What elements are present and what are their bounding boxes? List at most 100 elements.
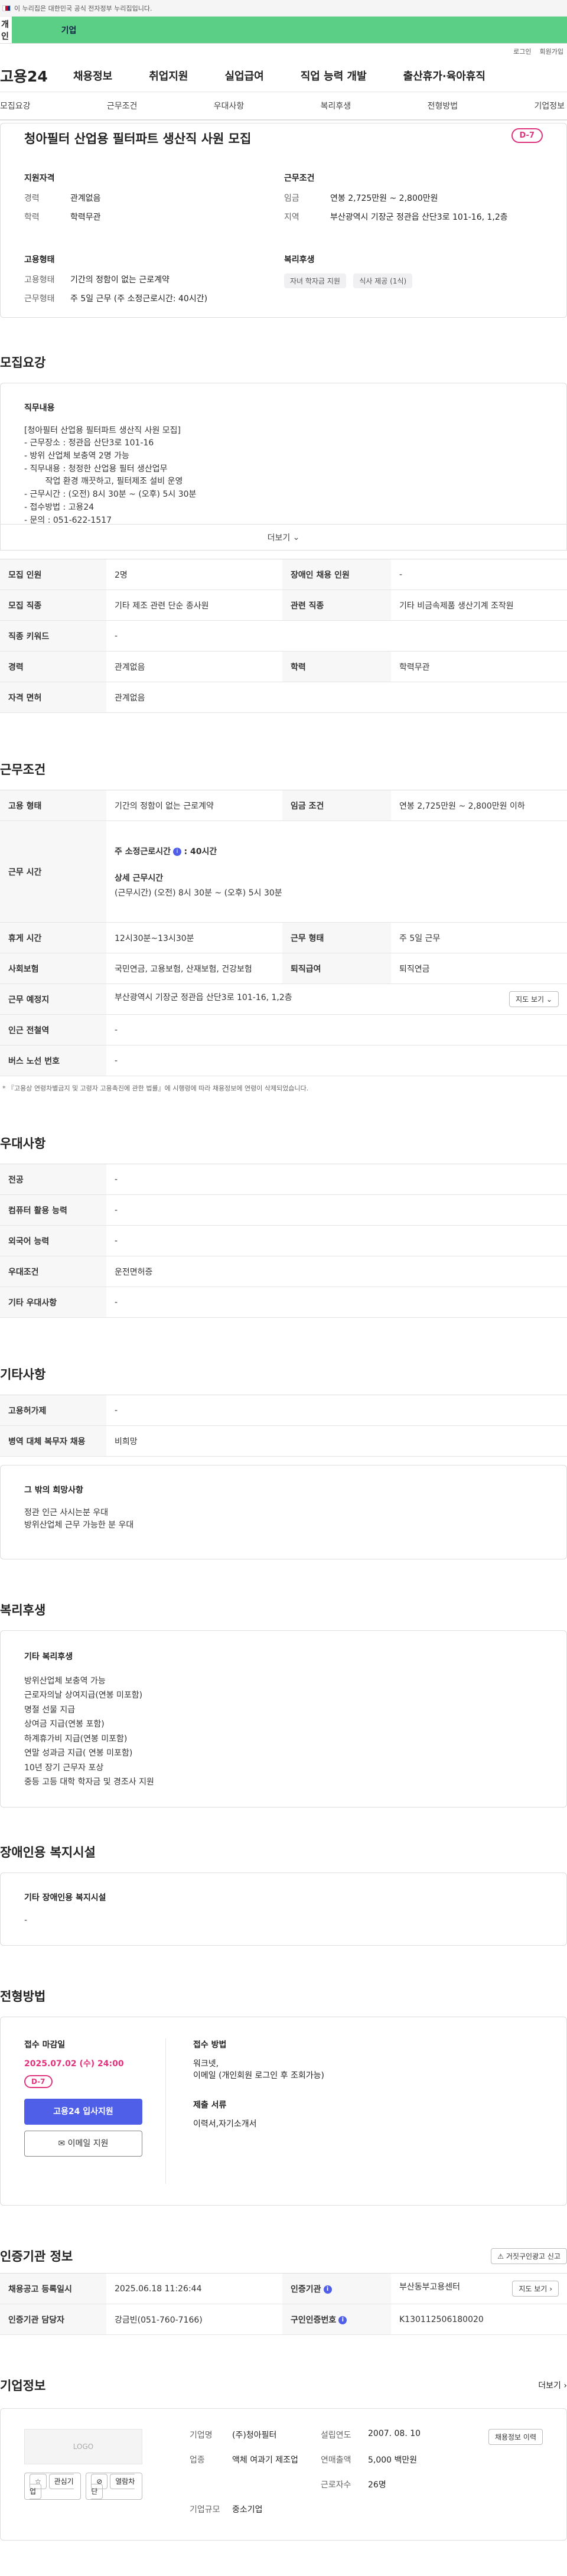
anchor-pref[interactable]: 우대사항 (214, 100, 245, 112)
table-label: 기타 우대사항 (0, 1287, 106, 1318)
job-title: 청아필터 산업용 필터파트 생산직 사원 모집 (24, 132, 252, 146)
anchor-apply[interactable]: 전형방법 (428, 100, 458, 112)
table-row: 병역 대체 복무자 채용 비희망 (0, 1425, 567, 1457)
table-row: 인증기관 담당자 강금빈(051-760-7166) 구인인증번호 i K1301125… (0, 2304, 567, 2335)
table-label: 직종 키워드 (0, 620, 106, 652)
page: 이 누리집은 대한민국 공식 전자정부 누리집입니다. 개인 기업 로그인 회원… (0, 0, 567, 2576)
table-value: - (106, 1194, 567, 1226)
info-icon[interactable]: i (173, 847, 182, 856)
summary-label: 고용형태 (24, 275, 55, 285)
agency-map-button[interactable]: 지도 보기 › (512, 2281, 559, 2297)
company-info: 기업명 (주)청아필터 설립연도 2007. 08. 10 업종 액체 여과기 제조업 연… (190, 2429, 439, 2520)
table-label: 전공 (0, 1164, 106, 1195)
report-button[interactable]: ⚠ 거짓구인광고 신고 (491, 2248, 567, 2264)
info-icon[interactable]: i (323, 2285, 332, 2294)
company-more-link[interactable]: 더보기 › (538, 2379, 567, 2391)
table-label: 모집 인원 (0, 559, 106, 590)
info-value: (주)청아필터 (232, 2431, 277, 2440)
anchor-work[interactable]: 근무조건 (107, 100, 138, 112)
gov-strip-text: 이 누리집은 대한민국 공식 전자정부 누리집입니다. (14, 4, 152, 12)
table-row: 고용허가제 - (0, 1395, 567, 1426)
tab-company[interactable]: 기업 (11, 17, 567, 43)
location-cell: 부산광역시 기장군 정관읍 산단3로 101-16, 1,2층 지도 보기 ⌄ (106, 983, 567, 1015)
table-value: 퇴직연금 (391, 953, 567, 984)
desc-line: - 접수방법 : 고용24 (24, 502, 94, 512)
table-row: 채용공고 등록일시 2025.06.18 11:26:44 인증기관 i 부산동부고용센… (0, 2273, 567, 2304)
summary-label: 경력 (24, 194, 40, 203)
table-row: 버스 노선 번호 - (0, 1045, 567, 1076)
tab-personal[interactable]: 개인 (0, 17, 12, 43)
summary-label: 임금 (284, 194, 299, 203)
gnb-item-unemployment[interactable]: 실업급여 (225, 68, 264, 83)
table-value: - (106, 1395, 567, 1426)
table-row: 우대조건 운전면허증 (0, 1256, 567, 1287)
info-icon[interactable]: i (338, 2316, 347, 2324)
block-button[interactable]: ⊘ 열람차단 (86, 2473, 142, 2500)
deadline-value: 2025.07.02 (수) 24:00 (24, 2059, 124, 2069)
more-button[interactable]: 더보기 ⌄ (0, 525, 567, 551)
welfare-line: 10년 장기 근무자 포상 (24, 1763, 104, 1773)
table-value: K130112506180020 (391, 2304, 567, 2335)
table-value: 학력무관 (391, 651, 567, 682)
welfare-line: 상여금 지급(연봉 포함) (24, 1719, 105, 1729)
table-value: 국민연금, 고용보험, 산재보험, 건강보험 (106, 953, 282, 984)
table-value: 2025.06.18 11:26:44 (106, 2273, 282, 2304)
etc-wish-box: 그 밖의 희망사항 정관 인근 사시는분 우대 방위산업체 근무 가능한 분 우… (0, 1465, 567, 1559)
alert-icon: ⚠ (497, 2252, 504, 2261)
email-apply-button[interactable]: ✉ 이메일 지원 (24, 2131, 142, 2157)
site-logo[interactable]: 고용24 (0, 65, 73, 86)
job-description-box: 직무내용 [청아필터 산업용 필터파트 생산직 사원 모집] - 근무장소 : … (0, 383, 567, 525)
pref-table: 전공 - 컴퓨터 활용 능력 - 외국어 능력 - 우대조건 운전면허증 기타 우대사항… (0, 1164, 567, 1318)
table-label: 자격 면허 (0, 682, 106, 713)
summary-value: 부산광역시 기장군 정관읍 산단3로 101-16, 1,2층 (330, 213, 508, 222)
anchor-company[interactable]: 기업정보 (534, 100, 565, 112)
company-jobs-button[interactable]: 채용정보 이력 (488, 2429, 543, 2445)
work-hours-cell: 주 소정근로시간 i : 40시간 상세 근무시간 (근무시간) (오전) 8시 … (106, 820, 567, 923)
table-row: 인근 전철역 - (0, 1014, 567, 1046)
cert-label-cell: 구인인증번호 i (282, 2304, 391, 2335)
table-value: 운전면허증 (106, 1256, 567, 1287)
signup-link[interactable]: 회원가입 (540, 47, 563, 56)
login-link[interactable]: 로그인 (513, 47, 531, 56)
section-heading-pref: 우대사항 (0, 1136, 46, 1151)
docs-value: 이력서,자기소개서 (193, 2119, 257, 2129)
map-button[interactable]: 지도 보기 ⌄ (509, 991, 559, 1007)
table-label: 컴퓨터 활용 능력 (0, 1194, 106, 1226)
etc-table: 고용허가제 - 병역 대체 복무자 채용 비희망 (0, 1395, 567, 1457)
anchor-recruit[interactable]: 모집요강 (0, 100, 31, 112)
apply-button[interactable]: 고용24 입사지원 (24, 2099, 142, 2125)
section-heading-company: 기업정보 (0, 2379, 46, 2393)
interest-button[interactable]: ☆ 관심기업 (24, 2473, 82, 2500)
table-label: 관련 직종 (282, 590, 391, 621)
desc-line: - 근무장소 : 정관읍 산단3로 101-16 (24, 438, 154, 448)
hours-weekly-label: 주 소정근로시간 (115, 846, 171, 857)
gnb-item-leave[interactable]: 출산휴가·육아휴직 (403, 68, 485, 83)
job-description-title: 직무내용 (24, 403, 55, 413)
table-label: 장애인 채용 인원 (282, 559, 391, 590)
welfare-box-title: 기타 복리후생 (24, 1652, 73, 1662)
anchor-welfare[interactable]: 복리후생 (321, 100, 351, 112)
table-value: - (106, 1045, 567, 1076)
apply-box: 접수 마감일 2025.07.02 (수) 24:00 D-7 고용24 입사지… (0, 2017, 567, 2206)
agency-label-cell: 인증기관 i (282, 2273, 391, 2304)
summary-value: 주 5일 근무 (주 소정근로시간: 40시간) (70, 294, 208, 304)
age-note: * 『고용상 연령차별금지 및 고령자 고용촉진에 관한 법률』에 시행령에 따… (2, 1085, 309, 1092)
info-value: 2007. 08. 10 (368, 2429, 421, 2438)
agency-table: 채용공고 등록일시 2025.06.18 11:26:44 인증기관 i 부산동부고용센… (0, 2273, 567, 2335)
map-button-label: 지도 보기 (516, 995, 545, 1004)
company-box: LOGO ☆ 관심기업 ⊘ 열람차단 기업명 (주)청아필터 설립연도 2007. 0… (0, 2408, 567, 2541)
summary-value: 관계없음 (70, 194, 101, 203)
agency-value-cell: 부산동부고용센터 지도 보기 › (391, 2273, 567, 2304)
table-value: 12시30분~13시30분 (106, 922, 282, 953)
table-label: 모집 직종 (0, 590, 106, 621)
gnb-item-training[interactable]: 직업 능력 개발 (301, 68, 367, 83)
table-label: 인증기관 담당자 (0, 2304, 106, 2335)
section-heading-etc: 기타사항 (0, 1367, 46, 1382)
welfare-group: 복리후생 자녀 학자금 지원 식사 제공 (1식) (284, 253, 544, 288)
gnb-item-support[interactable]: 취업지원 (149, 68, 188, 83)
work-table: 고용 형태 기간의 정함이 없는 근로계약 임금 조건 연봉 2,725만원 ~ 2,… (0, 790, 567, 1076)
table-value: - (106, 1014, 567, 1046)
welfare-box: 기타 복리후생 방위산업체 보충역 가능 근로자의날 상여지급(연봉 미포함) … (0, 1630, 567, 1808)
chevron-right-icon: › (549, 2285, 552, 2293)
gnb-item-jobs[interactable]: 채용정보 (73, 68, 112, 83)
